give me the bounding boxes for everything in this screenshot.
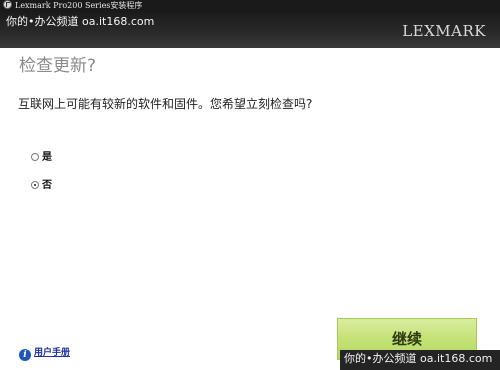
header-band: 你的•办公频道 oa.it168.com LEXMARK — [0, 12, 500, 48]
option-yes[interactable]: 是 — [31, 152, 52, 164]
header-watermark: 你的•办公频道 oa.it168.com — [6, 15, 155, 28]
installer-icon — [3, 0, 12, 9]
window-title: Lexmark Pro200 Series安装程序 — [15, 1, 143, 10]
user-manual-link[interactable]: i 用户手册 — [19, 347, 70, 361]
page-title: 检查更新? — [19, 56, 97, 76]
radio-no[interactable] — [31, 181, 39, 189]
option-no[interactable]: 否 — [31, 180, 52, 192]
title-bar: Lexmark Pro200 Series安装程序 — [0, 0, 500, 12]
update-question: 互联网上可能有较新的软件和固件。您希望立刻检查吗? — [18, 97, 313, 111]
option-no-label: 否 — [42, 180, 52, 191]
user-manual-label[interactable]: 用户手册 — [34, 348, 70, 358]
info-icon: i — [19, 349, 31, 361]
radio-yes[interactable] — [31, 153, 39, 161]
option-yes-label: 是 — [42, 152, 52, 163]
footer-watermark: 你的•办公频道 oa.it168.com — [340, 350, 500, 370]
lexmark-logo: LEXMARK — [402, 22, 486, 40]
